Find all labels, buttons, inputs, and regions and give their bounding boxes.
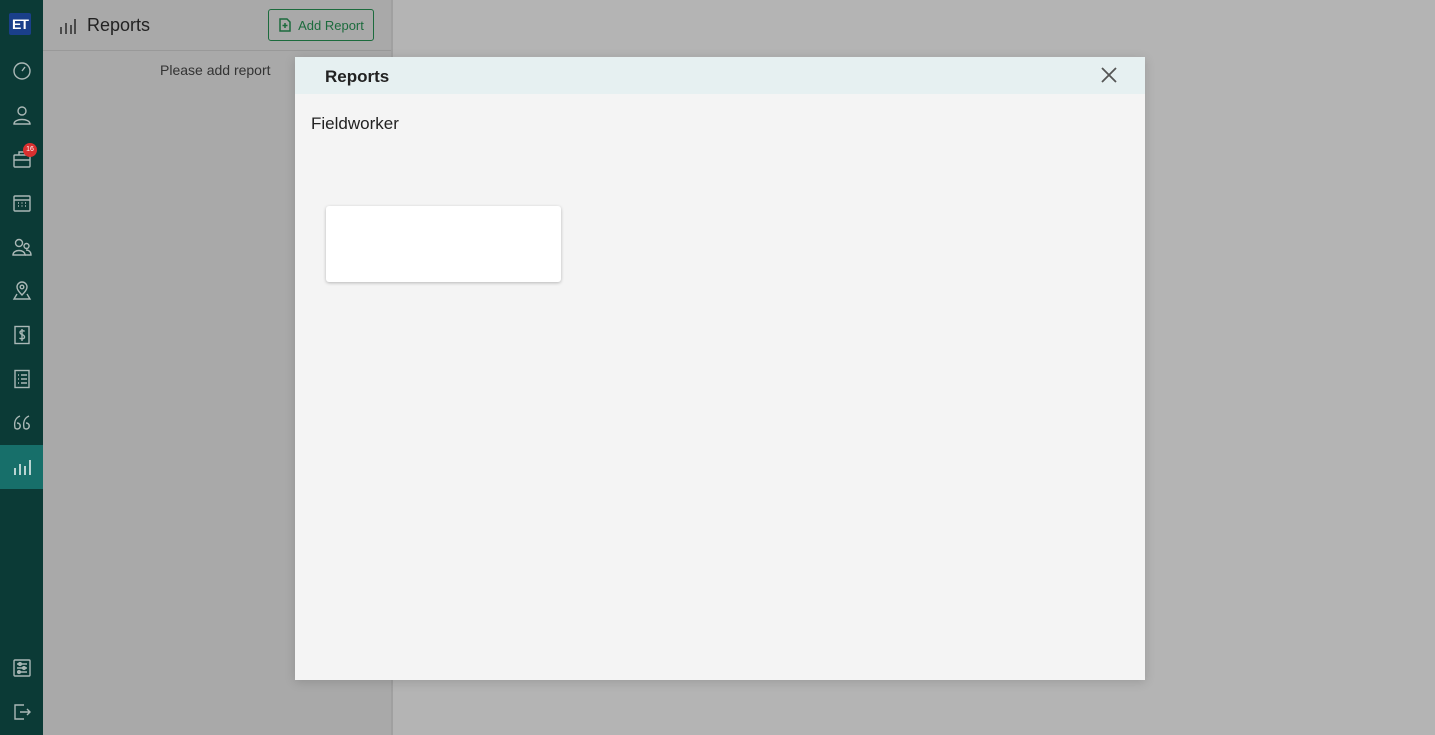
nav-fieldworkers[interactable] [0,225,43,269]
nav-dashboard[interactable] [0,49,43,93]
modal-body: Fieldworker [295,94,1139,680]
bar-chart-icon [13,460,31,475]
reports-modal: Reports Fieldworker [295,57,1145,680]
notification-badge: 16 [23,143,37,157]
page-title: Reports [87,15,151,35]
add-report-label: Add Report [298,17,364,33]
bar-chart-icon [59,17,77,35]
sliders-icon [12,659,31,677]
empty-message: Please add report [160,62,271,78]
nav-quotes[interactable] [0,401,43,445]
add-report-button[interactable]: Add Report [268,9,374,41]
side-navigation: ET 16 [0,0,43,735]
user-icon [12,106,31,125]
close-icon [1101,67,1117,83]
app-logo[interactable]: ET [9,13,31,35]
quote-icon [13,415,30,430]
panel-header: Reports Add Report [43,0,391,51]
close-button[interactable] [1099,66,1119,86]
nav-settings[interactable] [0,646,43,690]
nav-inventory[interactable] [0,357,43,401]
list-icon [13,369,30,389]
section-title-fieldworker: Fieldworker [311,114,399,133]
nav-clients[interactable] [0,93,43,137]
gauge-icon [12,62,31,80]
map-pin-icon [12,281,31,300]
add-file-icon [279,18,291,32]
modal-title: Reports [325,67,390,86]
users-icon [11,238,32,256]
modal-header: Reports [295,57,1145,94]
calendar-icon [12,195,31,212]
report-card-fieldworker-checkin[interactable] [326,206,561,282]
nav-reports[interactable] [0,445,43,489]
dollar-icon [13,325,30,345]
nav-logout[interactable] [0,690,43,734]
nav-calendar[interactable] [0,181,43,225]
logout-icon [13,704,31,720]
nav-invoices[interactable] [0,313,43,357]
nav-map[interactable] [0,269,43,313]
nav-jobs[interactable]: 16 [0,137,43,181]
